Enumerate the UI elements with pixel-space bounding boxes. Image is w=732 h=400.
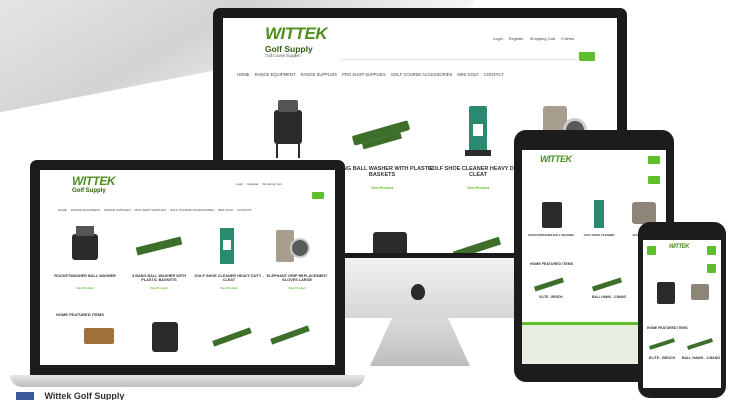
laptop-product-3-bang[interactable] bbox=[132, 234, 188, 264]
brand-tagline: Golf Course Supplies bbox=[265, 54, 300, 59]
tablet-product-1-label[interactable]: GOLF SHOE CLEANER bbox=[576, 233, 622, 237]
tablet-menu-button[interactable] bbox=[648, 156, 660, 164]
laptop-search-button[interactable] bbox=[312, 192, 324, 199]
tablet-feature-0-label[interactable]: ELITE - BENCH bbox=[528, 295, 574, 300]
laptop-brand-logo[interactable]: WITTEK Golf Supply bbox=[72, 174, 116, 194]
bottom-caption-text: Wittek Golf Supply bbox=[44, 392, 125, 400]
phone-screen: WITTEK HOME FEATURED ITEMS ELITE - BENCH… bbox=[643, 240, 721, 388]
header-items-count[interactable]: 0 items bbox=[561, 36, 574, 41]
imac-product-ball-washer[interactable] bbox=[268, 100, 308, 160]
laptop-product-3-bang-link[interactable]: View Product bbox=[134, 286, 184, 290]
laptop-feature-ball-hawk[interactable] bbox=[270, 325, 310, 345]
laptop-base bbox=[10, 375, 365, 387]
tablet-section-title: HOME FEATURED ITEMS bbox=[530, 262, 574, 266]
imac-search-button[interactable] bbox=[579, 52, 595, 61]
laptop-section-title: HOME FEATURED ITEMS bbox=[56, 312, 104, 317]
ball-washer-image bbox=[274, 110, 302, 144]
imac-product-shoe-cleaner[interactable] bbox=[463, 106, 493, 162]
tablet-feature-1-label[interactable]: BALL HAWK - 3 BANG bbox=[584, 295, 634, 300]
laptop-nav-range-equipment[interactable]: RANGE EQUIPMENT bbox=[71, 208, 100, 212]
bottom-caption-icon bbox=[16, 392, 34, 400]
brand-name: WITTEK bbox=[265, 24, 328, 43]
phone-feature-1-label[interactable]: BALL HAWK - 3 BANG bbox=[681, 356, 721, 360]
laptop-product-ball-washer[interactable] bbox=[68, 226, 104, 270]
apple-logo-icon bbox=[411, 284, 425, 300]
laptop-product-gloves-label[interactable]: ELEPHANT GRIP REPLACEMENT GLOVES LARGE bbox=[262, 274, 332, 283]
bottom-caption: Wittek Golf Supply bbox=[16, 392, 316, 400]
nav-home[interactable]: HOME bbox=[237, 72, 250, 77]
header-cart-link[interactable]: Shopping Cart bbox=[530, 36, 556, 41]
phone-cart-button[interactable] bbox=[707, 246, 716, 255]
laptop-nav-golf-course[interactable]: GOLF COURSE ACCESSORIES bbox=[170, 208, 214, 212]
ball-washer-top bbox=[278, 100, 298, 112]
phone-feature-0-label[interactable]: ELITE - BENCH bbox=[643, 356, 681, 360]
phone-menu-button[interactable] bbox=[647, 246, 656, 255]
header-login-link[interactable]: Login bbox=[493, 36, 503, 41]
tablet-feature-bench-image[interactable] bbox=[533, 277, 565, 292]
laptop-nav-contact[interactable]: CONTACT bbox=[237, 208, 251, 212]
imac-main-nav: HOME RANGE EQUIPMENT RANGE SUPPLIES PRO … bbox=[237, 72, 504, 77]
laptop-nav-home[interactable]: HOME bbox=[58, 208, 67, 212]
phone-product-gloves-image[interactable] bbox=[691, 284, 709, 300]
laptop-cart-link[interactable]: Shopping Cart bbox=[263, 182, 282, 186]
phone-feature-hawk-image[interactable] bbox=[687, 338, 713, 350]
laptop-feature-washer[interactable] bbox=[152, 322, 178, 352]
laptop-feature-bench[interactable] bbox=[84, 328, 114, 344]
laptop-nav-mini-golf[interactable]: MINI GOLF bbox=[218, 208, 233, 212]
imac-product-shoe-cleaner-link[interactable]: View Product bbox=[453, 186, 503, 190]
imac-product-3-bang-link[interactable]: View Product bbox=[357, 186, 407, 190]
phone-brand-name: WITTEK bbox=[669, 244, 690, 250]
laptop-header-links: Login Register Shopping Cart bbox=[236, 182, 282, 186]
laptop-nav-pro-shop[interactable]: PRO SHOP SUPPLIES bbox=[135, 208, 166, 212]
imac-search-input[interactable] bbox=[341, 54, 577, 60]
tablet-product-shoe-image[interactable] bbox=[594, 200, 604, 228]
laptop-register-link[interactable]: Register bbox=[247, 182, 258, 186]
laptop-product-shoe-cleaner[interactable] bbox=[216, 228, 240, 268]
nav-range-equipment[interactable]: RANGE EQUIPMENT bbox=[255, 72, 296, 77]
brand-sub: Golf Supply bbox=[265, 44, 313, 54]
phone-feature-bench-image[interactable] bbox=[649, 338, 675, 350]
imac-stand bbox=[370, 318, 470, 366]
laptop-product-ball-washer-label[interactable]: ROCKETWASHER BALL WASHER bbox=[50, 274, 120, 278]
laptop-nav-range-supplies[interactable]: RANGE SUPPLIES bbox=[104, 208, 130, 212]
laptop-product-gloves[interactable] bbox=[276, 230, 316, 266]
nav-pro-shop[interactable]: PRO SHOP SUPPLIES bbox=[342, 72, 386, 77]
laptop-main-nav: HOME RANGE EQUIPMENT RANGE SUPPLIES PRO … bbox=[58, 208, 252, 212]
laptop-brand-sub: Golf Supply bbox=[72, 188, 106, 194]
brand-logo[interactable]: WITTEK Golf Supply Golf Course Supplies bbox=[265, 24, 328, 59]
imac-product-row2-washer[interactable] bbox=[371, 228, 411, 253]
tablet-brand-logo[interactable]: WITTEK bbox=[540, 154, 572, 164]
imac-product-3-bang[interactable] bbox=[348, 118, 418, 158]
laptop-product-ball-washer-link[interactable]: View Product bbox=[60, 286, 110, 290]
laptop-feature-3-bang[interactable] bbox=[212, 327, 252, 347]
laptop-frame: WITTEK Golf Supply Login Register Shoppi… bbox=[30, 160, 345, 375]
laptop-product-shoe-cleaner-link[interactable]: View Product bbox=[204, 286, 254, 290]
header-register-link[interactable]: Register bbox=[509, 36, 524, 41]
phone-brand-logo[interactable]: WITTEK bbox=[669, 244, 690, 250]
laptop-product-shoe-cleaner-label[interactable]: GOLF SHOE CLEANER HEAVY DUTY - CLEAT bbox=[194, 274, 264, 283]
tablet-search-button[interactable] bbox=[648, 176, 660, 184]
phone-frame: WITTEK HOME FEATURED ITEMS ELITE - BENCH… bbox=[638, 222, 726, 398]
tablet-product-0-label[interactable]: ROCKETWASHER BALL WASHER bbox=[526, 233, 576, 237]
nav-golf-course[interactable]: GOLF COURSE ACCESSORIES bbox=[391, 72, 453, 77]
nav-contact[interactable]: CONTACT bbox=[484, 72, 504, 77]
tablet-brand-name: WITTEK bbox=[540, 154, 572, 164]
imac-row2-bench bbox=[452, 236, 502, 253]
imac-header-links: Login Register Shopping Cart 0 items bbox=[493, 36, 574, 41]
phone-search-button[interactable] bbox=[707, 264, 716, 273]
nav-range-supplies[interactable]: RANGE SUPPLIES bbox=[301, 72, 338, 77]
phone-section-title: HOME FEATURED ITEMS bbox=[647, 326, 688, 330]
phone-product-washer-image[interactable] bbox=[657, 282, 675, 304]
tablet-product-gloves-image[interactable] bbox=[632, 202, 656, 224]
tablet-feature-hawk-image[interactable] bbox=[591, 277, 623, 292]
nav-mini-golf[interactable]: MINI GOLF bbox=[457, 72, 478, 77]
laptop-product-3-bang-label[interactable]: 3 BANG BALL WASHER WITH PLASTIC BASKETS bbox=[124, 274, 194, 283]
laptop-login-link[interactable]: Login bbox=[236, 182, 243, 186]
laptop-screen: WITTEK Golf Supply Login Register Shoppi… bbox=[40, 170, 335, 365]
laptop-product-gloves-link[interactable]: View Product bbox=[272, 286, 322, 290]
laptop-brand-name: WITTEK bbox=[72, 174, 116, 188]
tablet-product-washer-image[interactable] bbox=[542, 202, 562, 228]
